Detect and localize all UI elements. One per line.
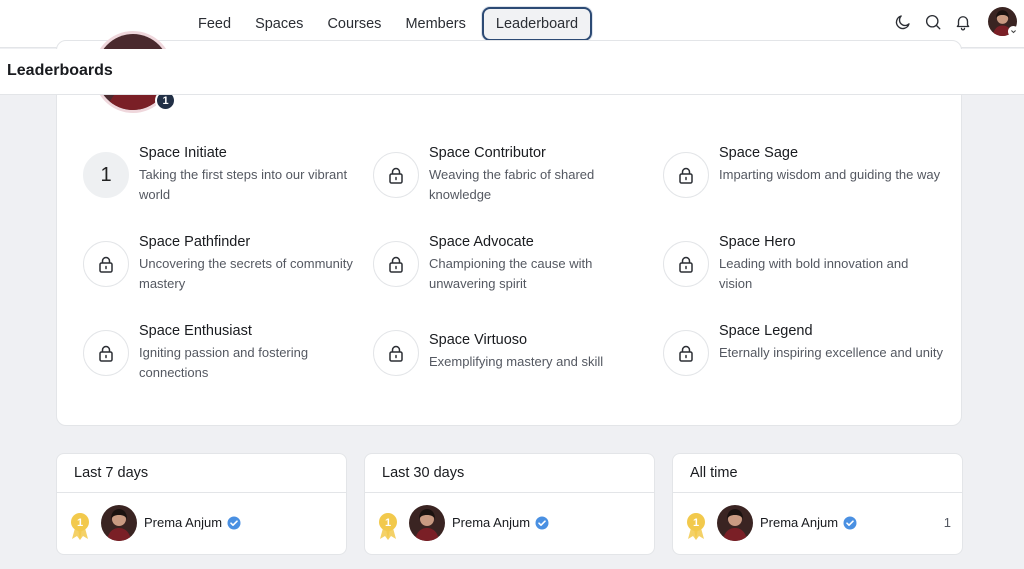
level-title: Space Pathfinder	[139, 234, 251, 250]
verified-icon	[843, 516, 857, 530]
divider	[673, 492, 962, 493]
lock-icon	[663, 152, 709, 198]
level-item: Space Virtuoso Exemplifying mastery and …	[373, 323, 653, 383]
member-name[interactable]: Prema Anjum	[144, 515, 222, 530]
divider	[57, 492, 346, 493]
svg-text:1: 1	[693, 517, 699, 529]
verified-icon	[227, 516, 241, 530]
lock-icon	[663, 241, 709, 287]
level-description: Imparting wisdom and guiding the way	[719, 167, 941, 182]
level-description: Weaving the fabric of shared knowledge	[429, 167, 595, 202]
chevron-down-icon	[1008, 26, 1019, 37]
medal-icon: 1	[377, 512, 399, 540]
divider	[365, 492, 654, 493]
level-item: Space Enthusiast Igniting passion and fo…	[83, 323, 363, 383]
level-description: Exemplifying mastery and skill	[429, 354, 604, 369]
level-item: Space Contributor Weaving the fabric of …	[373, 145, 653, 205]
level-item: Space Hero Leading with bold innovation …	[663, 234, 943, 294]
level-number: 1	[83, 152, 129, 198]
member-name[interactable]: Prema Anjum	[452, 515, 530, 530]
level-title: Space Sage	[719, 145, 799, 161]
medal-icon: 1	[685, 512, 707, 540]
level-item: Space Advocate Championing the cause wit…	[373, 234, 653, 294]
level-description: Igniting passion and fostering connectio…	[139, 345, 309, 380]
level-title: Space Virtuoso	[429, 332, 528, 348]
level-description: Championing the cause with unwavering sp…	[429, 256, 593, 291]
bell-icon[interactable]	[952, 11, 974, 33]
leaderboard-row[interactable]: 1 Prema Anjum	[69, 504, 335, 542]
lock-icon	[373, 241, 419, 287]
leaderboard-title: Last 30 days	[382, 465, 465, 481]
medal-icon: 1	[69, 512, 91, 540]
page-title: Leaderboards	[7, 62, 113, 79]
avatar	[717, 505, 753, 541]
level-title: Space Hero	[719, 234, 796, 250]
level-description: Taking the first steps into our vibrant …	[139, 167, 348, 202]
level-title: Space Contributor	[429, 145, 546, 161]
leaderboard-last-30-days: Last 30 days 1 Prema Anjum	[364, 453, 655, 555]
nav-link-leaderboard[interactable]: Leaderboard	[481, 7, 593, 41]
leaderboard-row[interactable]: 1 Prema Anjum	[377, 504, 643, 542]
nav-link-spaces[interactable]: Spaces	[243, 7, 315, 41]
nav-link-members[interactable]: Members	[393, 7, 477, 41]
moon-icon[interactable]	[892, 11, 914, 33]
svg-text:1: 1	[77, 517, 83, 529]
level-description: Leading with bold innovation and vision	[719, 256, 909, 291]
leaderboard-title: All time	[690, 465, 738, 481]
nav-link-feed[interactable]: Feed	[186, 7, 243, 41]
leaderboard-all-time: All time 1 Prema Anjum 1	[672, 453, 963, 555]
leaderboard-last-7-days: Last 7 days 1 Prema Anjum	[56, 453, 347, 555]
leaderboard-title: Last 7 days	[74, 465, 149, 481]
avatar	[409, 505, 445, 541]
page-header: Leaderboards	[0, 49, 1024, 95]
levels-card: 1 1 Space Initiate Taking the first step…	[56, 31, 962, 426]
nav-link-courses[interactable]: Courses	[315, 7, 393, 41]
level-description: Eternally inspiring excellence and unity	[719, 345, 944, 360]
leaderboard-row[interactable]: 1 Prema Anjum 1	[685, 504, 951, 542]
avatar	[101, 505, 137, 541]
points: 1	[943, 515, 951, 530]
svg-text:1: 1	[385, 517, 391, 529]
level-item: Space Legend Eternally inspiring excelle…	[663, 323, 943, 383]
level-item: Space Sage Imparting wisdom and guiding …	[663, 145, 943, 205]
lock-icon	[373, 330, 419, 376]
nav-links: Feed Spaces Courses Members Leaderboard	[186, 7, 593, 41]
level-description: Uncovering the secrets of community mast…	[139, 256, 353, 291]
user-avatar-menu[interactable]	[988, 7, 1019, 37]
level-title: Space Advocate	[429, 234, 534, 250]
lock-icon	[83, 330, 129, 376]
lock-icon	[373, 152, 419, 198]
lock-icon	[83, 241, 129, 287]
nav-icons	[892, 7, 1019, 37]
level-item: 1 Space Initiate Taking the first steps …	[83, 145, 363, 205]
member-name[interactable]: Prema Anjum	[760, 515, 838, 530]
lock-icon	[663, 330, 709, 376]
level-title: Space Initiate	[139, 145, 227, 161]
level-item: Space Pathfinder Uncovering the secrets …	[83, 234, 363, 294]
level-title: Space Enthusiast	[139, 323, 252, 339]
verified-icon	[535, 516, 549, 530]
level-title: Space Legend	[719, 323, 813, 339]
search-icon[interactable]	[922, 11, 944, 33]
